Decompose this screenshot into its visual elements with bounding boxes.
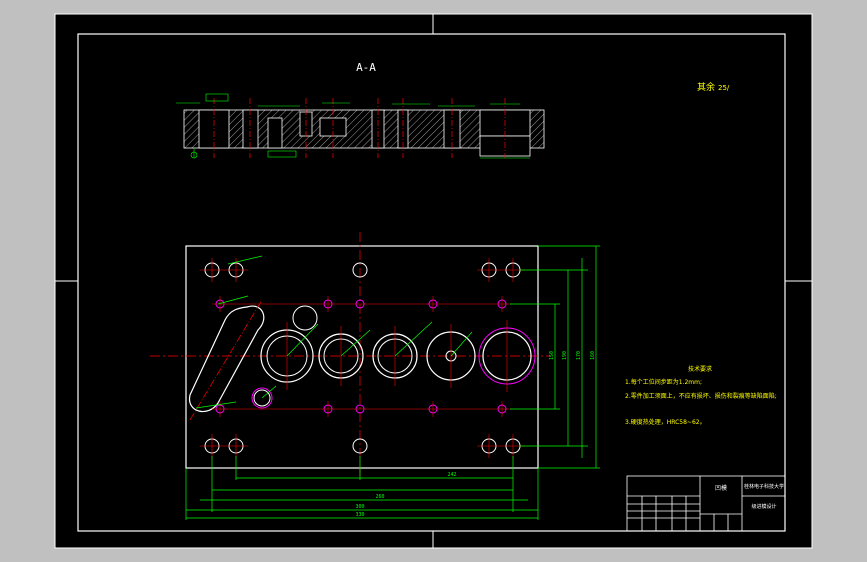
drawing-canvas[interactable]: A-A 其余 25/ 330 300 260 242 150 190 170 1… [0, 0, 867, 562]
dim-height-1: 150 [549, 351, 555, 360]
dim-height-4: 160 [590, 351, 596, 360]
tech-req-item: 1.每个工位间步距为1.2mm; [625, 378, 702, 386]
dim-height-3: 170 [576, 351, 582, 360]
section-title: A-A [356, 61, 376, 74]
dim-width-2: 300 [355, 504, 364, 510]
title-drawing-no: 级进模设计 [751, 503, 776, 510]
dim-width-3: 260 [375, 494, 384, 500]
title-part-name: 凹模 [715, 484, 727, 492]
roughness-note: 其余 [697, 81, 715, 93]
dim-height-2: 190 [562, 351, 568, 360]
dim-width-4: 242 [447, 472, 456, 478]
cad-viewport[interactable]: A-A 其余 25/ 330 300 260 242 150 190 170 1… [0, 0, 867, 562]
dim-overall-width: 330 [355, 512, 364, 518]
tech-req-item: 3.硬度热处理，HRC58~62。 [625, 418, 706, 426]
tech-req-heading: 技术要求 [688, 365, 712, 373]
title-school: 桂林电子科技大学 [744, 483, 784, 490]
tech-req-item: 2.零件加工须面上，不应有损坏、损伤和裂痕等缺陷面陷; [625, 392, 777, 400]
roughness-value: 25/ [718, 84, 730, 92]
